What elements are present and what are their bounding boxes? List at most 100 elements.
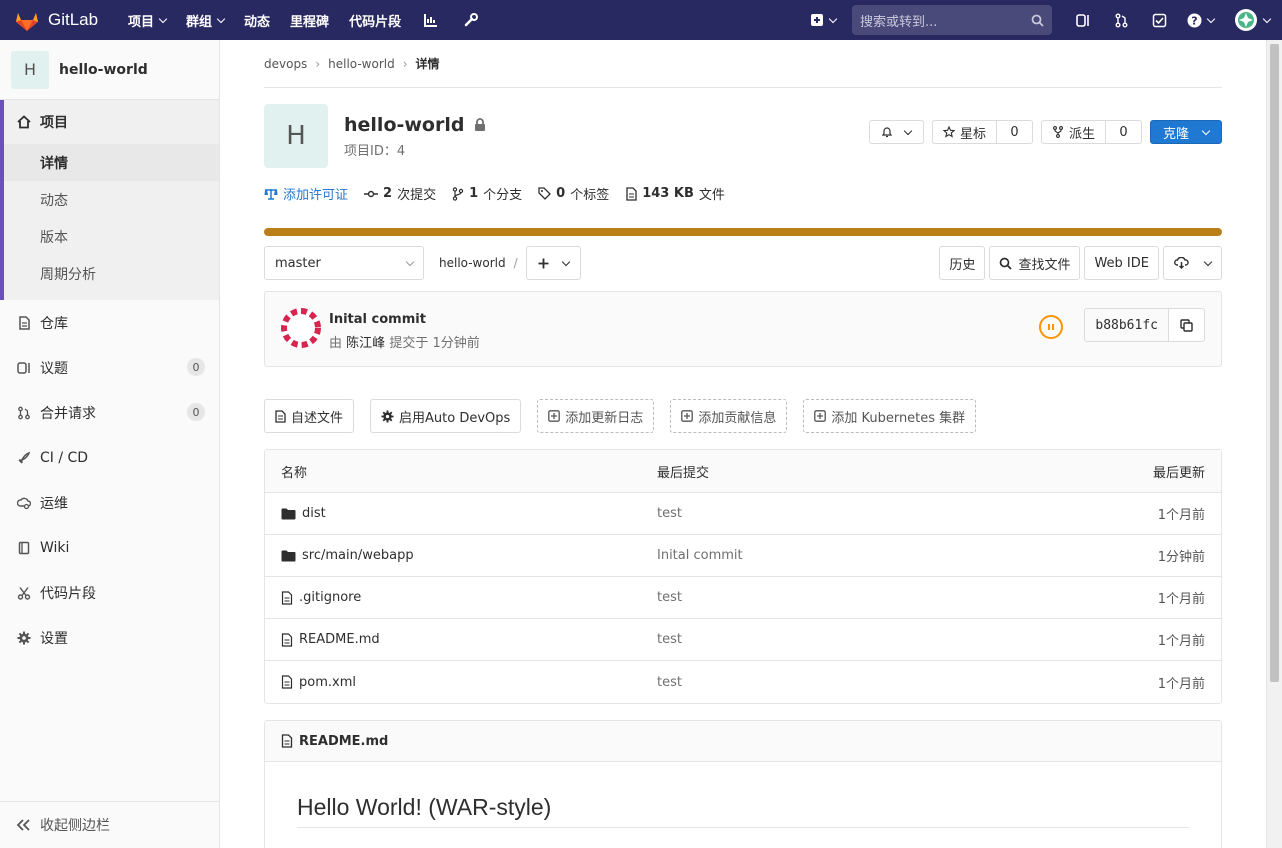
commit-title[interactable]: Inital commit <box>329 312 426 327</box>
file-tree-table: 名称 最后提交 最后更新 dist test 1个月前 src/main/web… <box>264 449 1222 704</box>
gitlab-logo[interactable]: GitLab <box>14 7 118 33</box>
chevron-down-icon <box>216 14 226 23</box>
file-commit[interactable]: test <box>657 590 682 605</box>
nav-snippets[interactable]: 代码片段 <box>339 0 411 40</box>
sidebar-item-wiki[interactable]: Wiki <box>0 525 219 570</box>
page-scrollbar[interactable] <box>1266 40 1282 848</box>
fork-icon <box>1053 126 1063 138</box>
commits-count: 2 <box>383 186 393 201</box>
find-file-button[interactable]: 查找文件 <box>989 246 1081 280</box>
sidebar-item-issues[interactable]: 议题 0 <box>0 345 219 390</box>
enable-autodevops-button[interactable]: 启用Auto DevOps <box>370 399 522 433</box>
nav-groups[interactable]: 群组 <box>176 0 234 40</box>
table-row[interactable]: .gitignore test 1个月前 <box>265 577 1221 619</box>
sidebar-subitem-details[interactable]: 详情 <box>4 144 219 181</box>
file-name[interactable]: .gitignore <box>299 590 361 605</box>
sidebar-subitem-releases[interactable]: 版本 <box>4 218 219 255</box>
fork-count[interactable]: 0 <box>1105 120 1142 144</box>
sidebar-item-cicd[interactable]: CI / CD <box>0 435 219 480</box>
file-commit[interactable]: test <box>657 632 682 647</box>
nav-activity[interactable]: 动态 <box>234 0 280 40</box>
todos-nav-icon[interactable] <box>1140 0 1178 40</box>
sidebar-item-merge-requests[interactable]: 合并请求 0 <box>0 390 219 435</box>
add-to-tree-button[interactable] <box>525 246 581 280</box>
table-row[interactable]: dist test 1个月前 <box>265 493 1221 535</box>
commits-stat[interactable]: 2 次提交 <box>364 184 436 203</box>
breadcrumb-group[interactable]: devops <box>264 57 307 71</box>
readme-filename[interactable]: README.md <box>299 734 388 749</box>
download-dropdown[interactable] <box>1163 246 1222 280</box>
file-updated: 1分钟前 <box>1157 550 1205 565</box>
path-root[interactable]: hello-world <box>439 256 506 270</box>
wrench-icon[interactable] <box>451 0 491 40</box>
star-button[interactable]: 星标 <box>931 120 997 144</box>
issues-count-badge: 0 <box>187 358 205 376</box>
table-row[interactable]: README.md test 1个月前 <box>265 619 1221 661</box>
clone-button[interactable]: 克隆 <box>1149 120 1222 144</box>
nav-projects[interactable]: 项目 <box>118 0 176 40</box>
scrollbar-thumb[interactable] <box>1270 44 1279 682</box>
table-row[interactable]: pom.xml test 1个月前 <box>265 661 1221 703</box>
home-icon <box>16 114 32 130</box>
new-menu-button[interactable] <box>810 13 838 27</box>
tree-toolbar: master hello-world / 历史 查找文件 Web IDE <box>264 246 1222 280</box>
book-icon <box>16 540 32 556</box>
tags-stat[interactable]: 0 个标签 <box>538 184 609 203</box>
breadcrumb-project[interactable]: hello-world <box>328 57 395 71</box>
merge-requests-nav-icon[interactable] <box>1102 0 1140 40</box>
star-count[interactable]: 0 <box>996 120 1033 144</box>
table-row[interactable]: src/main/webapp Inital commit 1分钟前 <box>265 535 1221 577</box>
search-input[interactable]: 搜索或转到... <box>852 5 1052 35</box>
file-commit[interactable]: Inital commit <box>657 548 743 563</box>
sidebar-item-label: 代码片段 <box>40 585 96 602</box>
help-menu[interactable]: ? <box>1178 0 1222 40</box>
notification-dropdown[interactable] <box>868 120 924 144</box>
user-menu[interactable] <box>1222 0 1282 40</box>
chart-icon[interactable] <box>411 0 451 40</box>
scissors-icon <box>16 585 32 601</box>
top-navbar: GitLab 项目 群组 动态 里程碑 代码片段 搜索或转到... ? <box>0 0 1282 40</box>
file-commit[interactable]: test <box>657 506 682 521</box>
commit-time: 提交于 1分钟前 <box>389 336 480 351</box>
file-name[interactable]: pom.xml <box>299 675 356 690</box>
readme-heading: Hello World! (WAR-style) <box>297 794 1189 828</box>
add-license-link[interactable]: 添加许可证 <box>264 184 348 203</box>
sidebar-item-snippets[interactable]: 代码片段 <box>0 570 219 615</box>
sidebar-subitem-activity[interactable]: 动态 <box>4 181 219 218</box>
commit-author-avatar[interactable] <box>281 308 321 348</box>
file-name[interactable]: dist <box>302 506 326 521</box>
star-icon <box>942 126 955 138</box>
file-name[interactable]: README.md <box>299 632 380 647</box>
files-size-stat[interactable]: 143 KB 文件 <box>625 184 725 203</box>
sidebar-project-header[interactable]: H hello-world <box>0 40 219 100</box>
commit-author[interactable]: 陈江峰 <box>346 336 385 351</box>
branches-stat[interactable]: 1 个分支 <box>452 184 522 203</box>
add-kubernetes-cluster-button[interactable]: 添加 Kubernetes 集群 <box>803 399 977 433</box>
project-avatar: H <box>11 50 49 89</box>
collapse-sidebar-label: 收起侧边栏 <box>40 818 110 834</box>
file-name[interactable]: src/main/webapp <box>302 548 414 563</box>
sidebar-item-settings[interactable]: 设置 <box>0 615 219 660</box>
branch-select[interactable]: master <box>264 246 424 280</box>
readme-button[interactable]: 自述文件 <box>264 399 355 433</box>
add-contributing-button[interactable]: 添加贡献信息 <box>670 399 788 433</box>
collapse-sidebar-button[interactable]: 收起侧边栏 <box>0 801 219 848</box>
web-ide-button[interactable]: Web IDE <box>1084 246 1159 280</box>
add-changelog-button[interactable]: 添加更新日志 <box>537 399 655 433</box>
sidebar-item-operations[interactable]: 运维 <box>0 480 219 525</box>
commit-sha[interactable]: b88b61fc <box>1084 308 1169 342</box>
issues-nav-icon[interactable] <box>1064 0 1102 40</box>
sidebar-item-repository[interactable]: 仓库 <box>0 300 219 345</box>
nav-milestones[interactable]: 里程碑 <box>280 0 339 40</box>
sidebar-item-project[interactable]: 项目 <box>4 100 219 144</box>
breadcrumb-current[interactable]: 详情 <box>416 55 440 72</box>
readme-panel: README.md Hello World! (WAR-style) <box>264 720 1222 848</box>
file-commit[interactable]: test <box>657 675 682 690</box>
fork-button[interactable]: 派生 <box>1040 120 1106 144</box>
history-button[interactable]: 历史 <box>939 246 986 280</box>
sidebar-item-label: Wiki <box>40 539 70 556</box>
pipeline-status-icon[interactable] <box>1039 315 1063 339</box>
chevron-down-icon <box>1203 257 1213 266</box>
copy-sha-button[interactable] <box>1169 308 1205 342</box>
sidebar-subitem-cycle-analytics[interactable]: 周期分析 <box>4 255 219 300</box>
